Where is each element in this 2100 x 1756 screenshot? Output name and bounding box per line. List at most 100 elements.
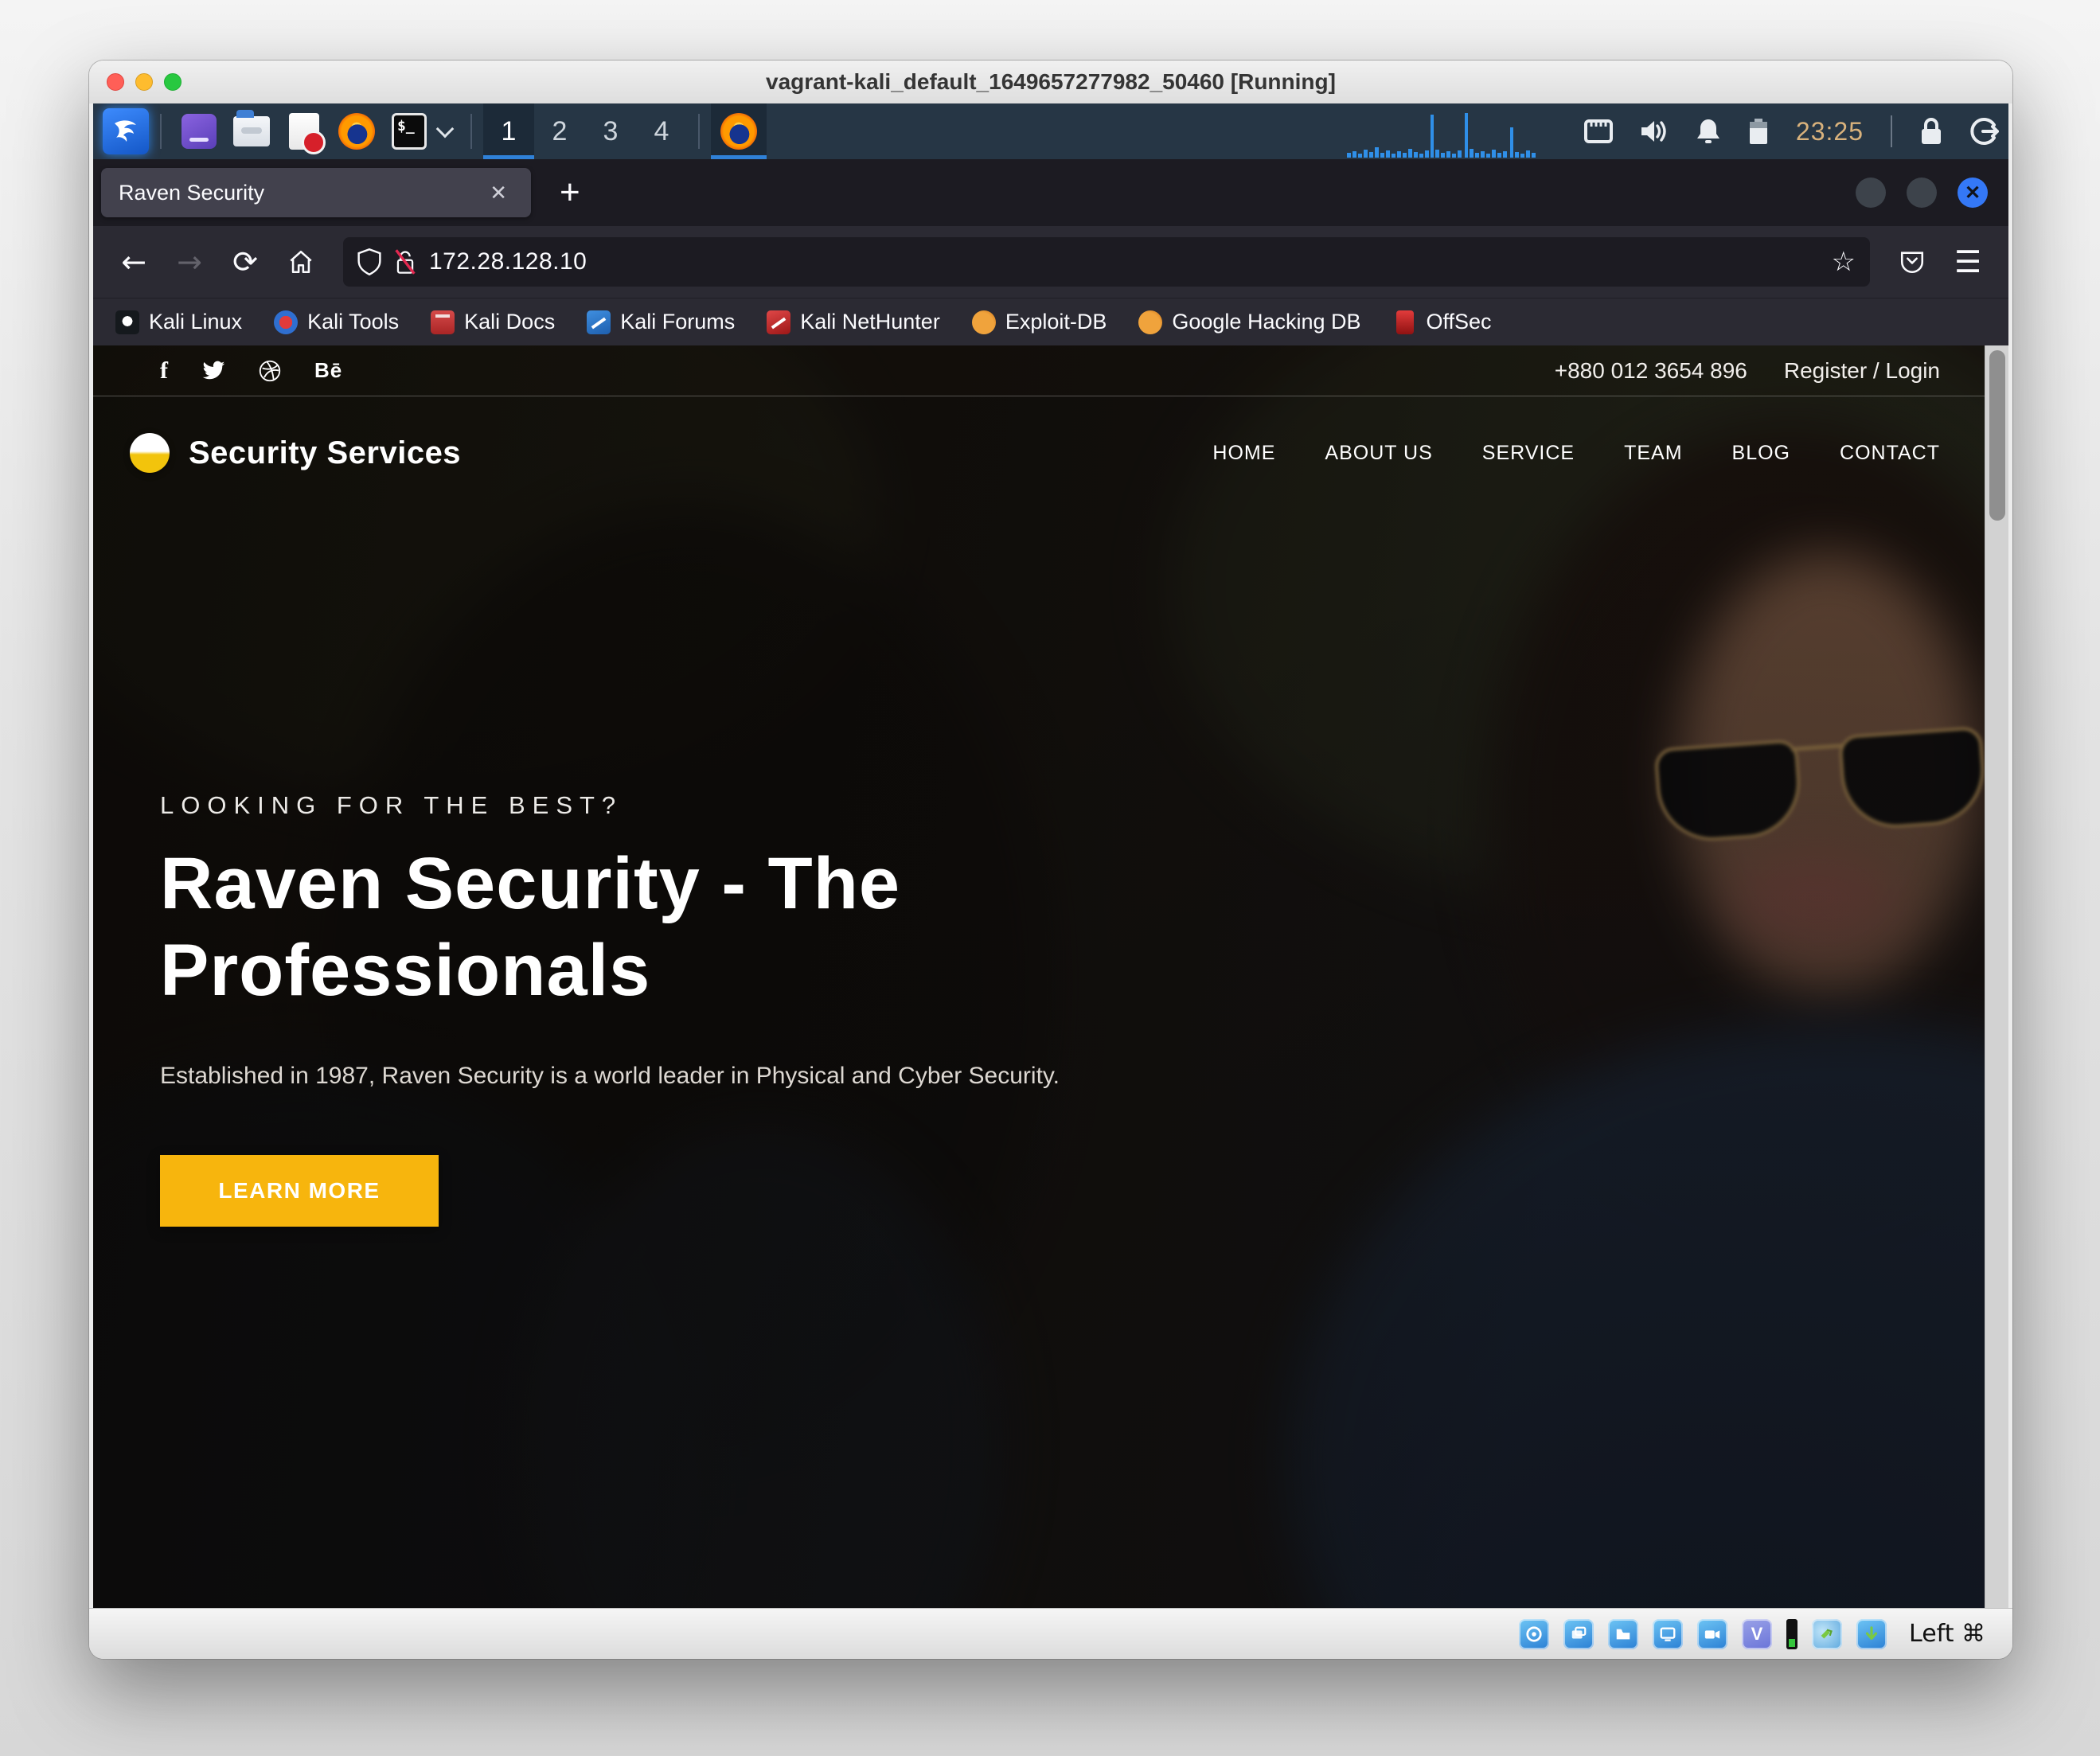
bookmark-star-icon[interactable]: ☆: [1832, 246, 1856, 278]
nav-team[interactable]: TEAM: [1624, 442, 1682, 465]
forward-button[interactable]: →: [165, 237, 214, 287]
bookmark-kali-docs[interactable]: Kali Docs: [431, 310, 555, 334]
workspace-2[interactable]: 2: [534, 103, 585, 159]
window-controls: ✕: [1856, 159, 1988, 226]
virtualbox-status-bar: V Left ⌘: [89, 1608, 2012, 1659]
scrollbar-thumb[interactable]: [1989, 350, 2005, 521]
social-links: f Bē: [160, 357, 342, 384]
terminal-launcher[interactable]: $_: [388, 110, 431, 153]
text-editor-icon: [289, 113, 319, 150]
bookmark-offsec[interactable]: OffSec: [1393, 310, 1492, 334]
maximize-button[interactable]: [1907, 178, 1937, 208]
files-app-icon: [182, 114, 217, 149]
chevron-down-icon[interactable]: [436, 120, 455, 139]
bookmark-exploit-db[interactable]: Exploit-DB: [972, 310, 1107, 334]
phone-number[interactable]: +880 012 3654 896: [1555, 358, 1747, 384]
bookmark-kali-tools[interactable]: Kali Tools: [274, 310, 399, 334]
volume-icon[interactable]: [1640, 119, 1669, 144]
kali-nethunter-icon: [767, 310, 790, 334]
firefox-launcher[interactable]: [335, 110, 378, 153]
nav-contact[interactable]: CONTACT: [1840, 442, 1940, 465]
navigation-toolbar: ← → ⟳: [93, 226, 2008, 298]
firefox-icon: [338, 113, 375, 150]
exploit-db-icon: [972, 310, 996, 334]
facebook-icon[interactable]: f: [160, 357, 168, 384]
bookmark-kali-linux[interactable]: Kali Linux: [115, 310, 242, 334]
site-topbar: f Bē +880 012 3654 896 Register / Logi: [93, 345, 1985, 396]
recording-status-icon[interactable]: [1697, 1619, 1727, 1649]
page-scrollbar[interactable]: [1985, 345, 2008, 1608]
workspace-4[interactable]: 4: [636, 103, 687, 159]
nav-blog[interactable]: BLOG: [1732, 442, 1790, 465]
hero-subtitle: Established in 1987, Raven Security is a…: [160, 1063, 1195, 1090]
site-header: Security Services HOME ABOUT US SERVICE …: [93, 396, 1985, 509]
system-load-graph[interactable]: [1345, 103, 1560, 159]
workspace-1[interactable]: 1: [483, 103, 534, 159]
bookmark-kali-forums[interactable]: Kali Forums: [587, 310, 735, 334]
hdd-status-icon[interactable]: [1519, 1619, 1549, 1649]
tab-close-icon[interactable]: ✕: [483, 179, 513, 207]
shared-folders-status-icon[interactable]: [1608, 1619, 1638, 1649]
virtualbox-vm-window: vagrant-kali_default_1649657277982_50460…: [89, 60, 2012, 1659]
file-manager-icon: [233, 116, 270, 146]
panel-clock[interactable]: 23:25: [1796, 117, 1864, 146]
active-tab[interactable]: Raven Security ✕: [101, 168, 531, 217]
firefox-taskbar-button[interactable]: [711, 103, 767, 159]
tracking-protection-shield-icon[interactable]: [357, 248, 381, 275]
cpu-features-status-icon[interactable]: V: [1742, 1619, 1772, 1649]
new-tab-button[interactable]: +: [552, 175, 588, 210]
nav-service[interactable]: SERVICE: [1482, 442, 1575, 465]
twitter-icon[interactable]: [201, 361, 225, 381]
auto-resize-status-icon[interactable]: [1856, 1619, 1887, 1649]
register-login-link[interactable]: Register / Login: [1784, 358, 1940, 384]
notifications-bell-icon[interactable]: [1696, 118, 1721, 145]
back-button[interactable]: ←: [109, 237, 158, 287]
site-nav: HOME ABOUT US SERVICE TEAM BLOG CONTACT: [1212, 442, 1940, 465]
host-desktop: vagrant-kali_default_1649657277982_50460…: [0, 0, 2100, 1756]
reload-button[interactable]: ⟳: [221, 237, 270, 287]
kali-dragon-icon: [110, 115, 142, 147]
bookmark-kali-nethunter[interactable]: Kali NetHunter: [767, 310, 940, 334]
app-menu-button[interactable]: ☰: [1943, 237, 1993, 287]
file-manager-launcher[interactable]: [230, 110, 273, 153]
firefox-window: Raven Security ✕ + ✕ ← → ⟳: [93, 159, 2008, 1608]
logout-power-icon[interactable]: [1970, 117, 1999, 146]
firefox-icon: [720, 113, 757, 150]
display-status-icon[interactable]: [1653, 1619, 1683, 1649]
nav-home[interactable]: HOME: [1212, 442, 1275, 465]
url-text[interactable]: 172.28.128.10: [429, 248, 1819, 275]
insecure-lock-icon[interactable]: [394, 248, 416, 275]
hero-title: Raven Security - The Professionals: [160, 841, 1099, 1013]
battery-icon[interactable]: [1748, 118, 1769, 145]
pocket-button[interactable]: [1887, 237, 1937, 287]
site-brand[interactable]: Security Services: [130, 433, 461, 473]
optical-disk-status-icon[interactable]: [1563, 1619, 1594, 1649]
panel-separator: [470, 114, 472, 149]
url-bar[interactable]: 172.28.128.10 ☆: [343, 237, 1870, 287]
kali-menu-button[interactable]: [103, 108, 149, 154]
vm-window-title: vagrant-kali_default_1649657277982_50460…: [89, 69, 2012, 95]
workspace-3[interactable]: 3: [585, 103, 636, 159]
dribbble-icon[interactable]: [259, 360, 281, 382]
brand-logo-icon: [130, 433, 170, 473]
kali-dragon-icon: [115, 310, 139, 334]
google-hacking-db-icon: [1138, 310, 1162, 334]
pocket-icon: [1899, 248, 1926, 275]
nav-about-us[interactable]: ABOUT US: [1325, 442, 1432, 465]
network-icon[interactable]: [1584, 119, 1613, 143]
learn-more-button[interactable]: LEARN MORE: [160, 1155, 439, 1227]
files-launcher[interactable]: [178, 110, 221, 153]
behance-icon[interactable]: Bē: [314, 358, 342, 383]
topbar-right: +880 012 3654 896 Register / Login: [1555, 358, 1940, 384]
home-button[interactable]: [276, 237, 326, 287]
text-editor-launcher[interactable]: [283, 110, 326, 153]
lock-screen-icon[interactable]: [1919, 117, 1943, 146]
panel-separator: [698, 114, 700, 149]
close-window-button[interactable]: ✕: [1958, 178, 1988, 208]
minimize-button[interactable]: [1856, 178, 1886, 208]
activity-indicator-bar: [1786, 1619, 1797, 1649]
kali-tools-icon: [274, 310, 298, 334]
mouse-integration-status-icon[interactable]: [1812, 1619, 1842, 1649]
hero-kicker: LOOKING FOR THE BEST?: [160, 791, 1195, 820]
bookmark-google-hacking-db[interactable]: Google Hacking DB: [1138, 310, 1360, 334]
